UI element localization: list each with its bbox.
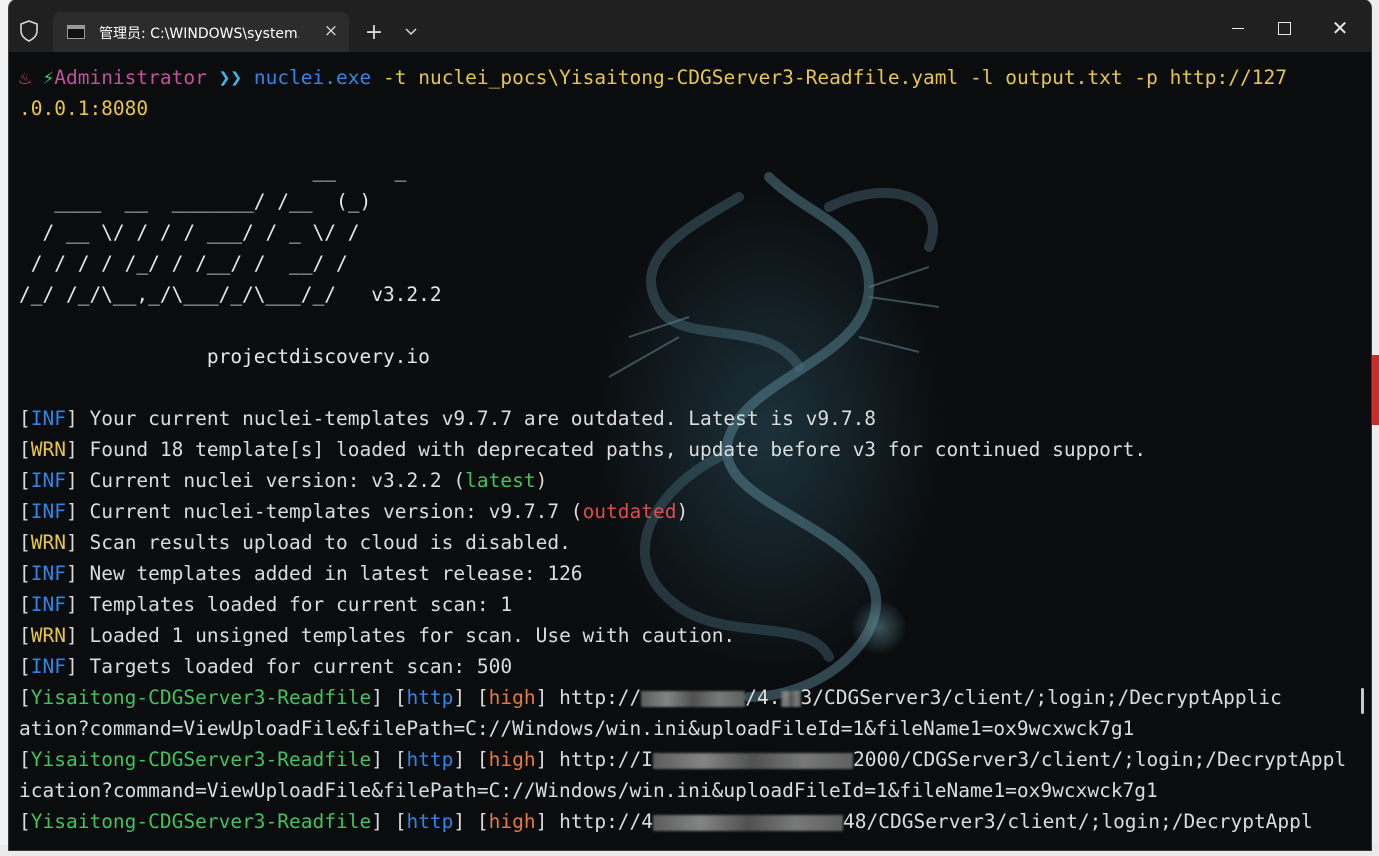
chevron-down-icon-glyph xyxy=(405,28,417,36)
maximize-button[interactable] xyxy=(1261,12,1307,44)
severity: high xyxy=(488,748,536,771)
result-url: http:// xyxy=(559,686,642,709)
protocol: http xyxy=(406,686,454,709)
terminal-content[interactable]: ♨ ⚡Administrator ❯❯ nuclei.exe -t nuclei… xyxy=(9,52,1371,850)
template-id: Yisaitong-CDGServer3-Readfile xyxy=(30,748,372,771)
log-level: WRN xyxy=(30,624,66,647)
banner-line-4: / / / / /_/ / /__/ / __/ / xyxy=(19,252,348,275)
prompt-user: Administrator xyxy=(54,66,207,89)
severity: high xyxy=(488,686,536,709)
log-level: INF xyxy=(30,469,66,492)
log-message: Your current nuclei-templates v9.7.7 are… xyxy=(89,407,877,430)
version-status-outdated: outdated xyxy=(582,500,677,523)
result-url-path: 48/CDGServer3/client/;login;/DecryptAppl xyxy=(843,810,1313,833)
template-id: Yisaitong-CDGServer3-Readfile xyxy=(30,810,372,833)
log-message: Scan results upload to cloud is disabled… xyxy=(89,531,571,554)
close-button[interactable]: ✕ xyxy=(1317,12,1363,44)
redacted-port xyxy=(780,690,801,707)
log-line: [WRN] Loaded 1 unsigned templates for sc… xyxy=(19,624,736,647)
banner-line-3: / __ \/ / / / ___/ / _ \/ / xyxy=(19,221,360,244)
log-level: INF xyxy=(30,655,66,678)
bolt-icon: ⚡ xyxy=(42,66,55,89)
log-level: INF xyxy=(30,407,66,430)
log-message: Targets loaded for current scan: 500 xyxy=(89,655,513,678)
scrollbar-thumb[interactable] xyxy=(1361,688,1364,714)
prompt-arrow: ❯❯ xyxy=(218,66,243,89)
log-message: Loaded 1 unsigned templates for scan. Us… xyxy=(89,624,736,647)
template-id: Yisaitong-CDGServer3-Readfile xyxy=(30,686,372,709)
redacted-host xyxy=(641,690,746,707)
log-line: [INF] Templates loaded for current scan:… xyxy=(19,593,513,616)
protocol: http xyxy=(406,810,454,833)
log-line: [INF] New templates added in latest rele… xyxy=(19,562,583,585)
command-args-cont: .0.0.1:8080 xyxy=(19,97,149,120)
banner-line-2: ____ __ _______/ /__ (_) xyxy=(19,190,372,213)
redacted-host xyxy=(653,814,844,831)
minimize-icon xyxy=(1232,28,1244,29)
log-message: Found 18 template[s] loaded with depreca… xyxy=(89,438,1147,461)
log-level: INF xyxy=(30,500,66,523)
result-url-path: 3/CDGServer3/client/;login;/DecryptAppli… xyxy=(800,686,1282,709)
log-message-end: ) xyxy=(676,500,689,523)
flame-icon: ♨ xyxy=(19,66,43,89)
log-message: New templates added in latest release: 1… xyxy=(89,562,583,585)
log-line: [WRN] Found 18 template[s] loaded with d… xyxy=(19,438,1147,461)
command-args: -t nuclei_pocs\Yisaitong-CDGServer3-Read… xyxy=(383,66,1287,89)
minimize-button[interactable] xyxy=(1215,12,1261,44)
result-url: http:// xyxy=(559,748,642,771)
new-tab-button[interactable]: + xyxy=(361,20,387,46)
banner-line-5: /_/ /_/\__,_/\___/_/\___/_/ v3.2.2 xyxy=(19,283,442,306)
result-line: [Yisaitong-CDGServer3-Readfile] [http] [… xyxy=(19,748,1347,771)
banner-line-1: __ _ xyxy=(19,159,407,182)
protocol: http xyxy=(406,748,454,771)
result-url-part: I xyxy=(641,748,654,771)
tab-admin-cmd[interactable]: 管理员: C:\WINDOWS\system32 × xyxy=(53,12,349,52)
log-message: Templates loaded for current scan: 1 xyxy=(89,593,513,616)
result-url: http:// xyxy=(559,810,642,833)
background-red-banner xyxy=(1370,355,1379,425)
log-line: [INF] Targets loaded for current scan: 5… xyxy=(19,655,513,678)
log-line: [WRN] Scan results upload to cloud is di… xyxy=(19,531,571,554)
log-message: Current nuclei-templates version: v9.7.7… xyxy=(89,500,583,523)
tab-close-icon[interactable]: × xyxy=(319,19,343,43)
background-window-edge-right xyxy=(1370,0,1379,856)
result-url-path: 2000/CDGServer3/client/;login;/DecryptAp… xyxy=(853,748,1347,771)
log-message-end: ) xyxy=(535,469,548,492)
terminal-window: 管理员: C:\WINDOWS\system32 × + ✕ ♨ ⚡Admini xyxy=(9,0,1371,850)
maximize-icon xyxy=(1277,22,1291,35)
chevron-down-icon[interactable] xyxy=(399,20,423,46)
result-line: [Yisaitong-CDGServer3-Readfile] [http] [… xyxy=(19,686,1282,709)
command-exe: nuclei.exe xyxy=(253,66,372,89)
redacted-host xyxy=(653,752,854,769)
log-level: INF xyxy=(30,593,66,616)
log-level: INF xyxy=(30,562,66,585)
result-line-cont: ation?command=ViewUploadFile&filePath=C:… xyxy=(19,717,1135,740)
result-url-part: 4 xyxy=(641,810,654,833)
shield-icon xyxy=(20,20,38,42)
log-message: Current nuclei version: v3.2.2 ( xyxy=(89,469,466,492)
log-line: [INF] Your current nuclei-templates v9.7… xyxy=(19,407,877,430)
log-level: WRN xyxy=(30,438,66,461)
result-line-cont: ication?command=ViewUploadFile&filePath=… xyxy=(19,779,1158,802)
banner-line-6: projectdiscovery.io xyxy=(19,345,430,368)
prompt-line: ♨ ⚡Administrator ❯❯ nuclei.exe -t nuclei… xyxy=(19,62,1287,93)
log-line: [INF] Current nuclei-templates version: … xyxy=(19,500,689,523)
severity: high xyxy=(488,810,536,833)
log-line: [INF] Current nuclei version: v3.2.2 (la… xyxy=(19,469,548,492)
log-level: WRN xyxy=(30,531,66,554)
version-status-latest: latest xyxy=(465,469,536,492)
title-bar[interactable]: 管理员: C:\WINDOWS\system32 × + ✕ xyxy=(9,0,1371,52)
result-line: [Yisaitong-CDGServer3-Readfile] [http] [… xyxy=(19,810,1313,833)
tab-title: 管理员: C:\WINDOWS\system32 xyxy=(99,26,299,42)
result-url-part: /4. xyxy=(745,686,781,709)
terminal-icon xyxy=(67,25,85,39)
